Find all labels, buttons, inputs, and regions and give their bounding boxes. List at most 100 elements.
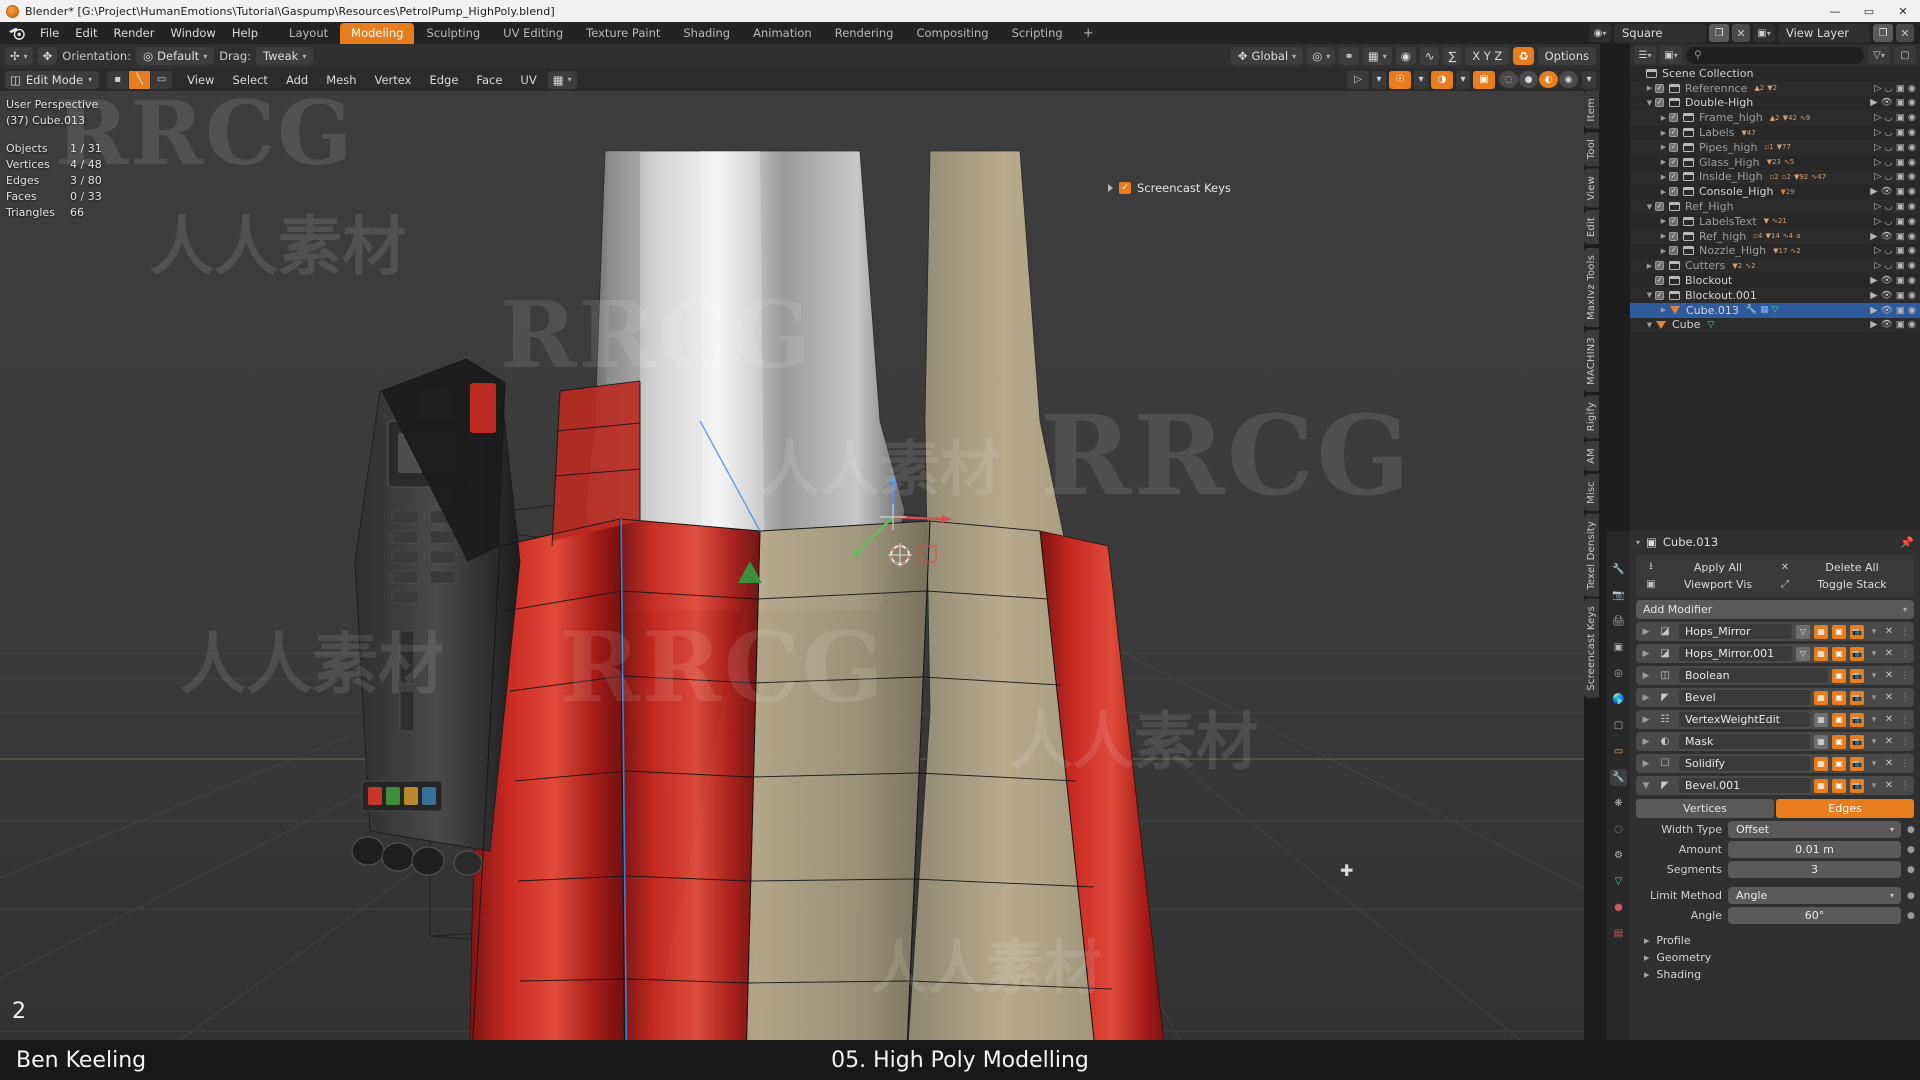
disclosure-icon[interactable]: ▼ — [1644, 99, 1655, 107]
outliner-row-ref-high-collection[interactable]: ▼ ✓ Ref_High ▷ ◡ ▣ ◉ — [1630, 199, 1920, 214]
rendered-shading-button[interactable]: ◉ — [1559, 71, 1578, 88]
chevron-down-icon[interactable]: ▾ — [1414, 70, 1428, 89]
realtime-toggle[interactable]: ▣ — [1832, 624, 1846, 639]
chevron-down-icon[interactable]: ▾ — [1372, 70, 1386, 89]
disclosure-icon[interactable]: ▶ — [1658, 143, 1669, 151]
render-toggle[interactable]: 📷 — [1850, 778, 1864, 793]
select-visibility-icon[interactable]: ▷ — [1347, 70, 1369, 89]
workspace-tab-texture-paint[interactable]: Texture Paint — [575, 23, 671, 44]
sidebar-tab-edit[interactable]: Edit — [1584, 210, 1599, 245]
disclosure-icon[interactable]: ▶ — [1640, 627, 1651, 637]
bevel-profile-subpanel[interactable]: ▶ Profile — [1636, 934, 1914, 947]
outliner-row-toggles[interactable]: ▷ ◡ ▣ ◉ — [1874, 112, 1916, 123]
disclosure-icon[interactable]: ▶ — [1658, 247, 1669, 255]
modifier-row-mask[interactable]: ▶ ◐ Mask ▦ ▣ 📷 ▾ ✕ ⋮ — [1636, 732, 1914, 751]
screencast-keys-panel[interactable]: ✓ Screencast Keys — [1108, 181, 1231, 195]
uv-sync-dropdown[interactable]: ▦ ▾ — [547, 70, 577, 89]
menu-window[interactable]: Window — [162, 24, 223, 42]
new-scene-button[interactable]: ❐ — [1709, 24, 1729, 42]
texture-properties-tab[interactable]: ▤ — [1610, 925, 1627, 942]
outliner-row-scene-collection[interactable]: Scene Collection — [1630, 66, 1920, 81]
snap-magnet-icon[interactable]: ⚭ — [1339, 47, 1359, 65]
active-tool-icon[interactable]: ✢ ▾ — [5, 47, 33, 65]
sidebar-tab-tool[interactable]: Tool — [1584, 131, 1599, 166]
realtime-toggle[interactable]: ▣ — [1832, 690, 1846, 705]
disclosure-icon[interactable]: ▼ — [1644, 291, 1655, 299]
face-select-mode-button[interactable]: ▭ — [151, 70, 173, 89]
disclosure-icon[interactable]: ▶ — [1640, 693, 1651, 703]
modifier-row-vertexweightedit[interactable]: ▶ ☷ VertexWeightEdit ▦ ▣ 📷 ▾ ✕ ⋮ — [1636, 710, 1914, 729]
outliner-row-cube[interactable]: ▼ Cube ▽ ▶ 👁 ▣ ◉ — [1630, 317, 1920, 333]
workspace-tab-animation[interactable]: Animation — [742, 23, 823, 44]
outliner-row-toggles[interactable]: ▷ ◡ ▣ ◉ — [1874, 245, 1916, 256]
realtime-toggle[interactable]: ▣ — [1832, 668, 1846, 683]
animate-dot-icon[interactable]: ● — [1907, 825, 1915, 835]
remove-modifier-button[interactable]: ✕ — [1883, 692, 1895, 703]
drag-handle-icon[interactable]: ⋮ — [1899, 693, 1910, 703]
menu-select[interactable]: Select — [225, 71, 274, 89]
checkbox-icon[interactable]: ✓ — [1669, 231, 1678, 241]
checkbox-icon[interactable]: ✓ — [1655, 83, 1664, 93]
limit-method-dropdown[interactable]: Angle ▾ — [1728, 887, 1901, 904]
transform-orientation-dropdown[interactable]: ✥ Global ▾ — [1230, 47, 1304, 65]
remove-modifier-button[interactable]: ✕ — [1883, 736, 1895, 747]
width-type-dropdown[interactable]: Offset ▾ — [1728, 821, 1901, 838]
world-properties-tab[interactable]: 🌎 — [1610, 691, 1627, 708]
mirror-axes[interactable]: X Y Z — [1465, 47, 1510, 65]
object-properties-tab[interactable]: ▭ — [1610, 743, 1627, 760]
menu-render[interactable]: Render — [106, 24, 163, 42]
toggle-stack-button[interactable]: Toggle Stack — [1795, 576, 1909, 593]
sidebar-tab-screencast-keys[interactable]: Screencast Keys — [1584, 599, 1599, 699]
menu-help[interactable]: Help — [224, 24, 266, 42]
menu-mesh[interactable]: Mesh — [319, 71, 363, 89]
add-modifier-dropdown[interactable]: Add Modifier ▾ — [1636, 600, 1914, 619]
scene-name[interactable]: Square — [1614, 23, 1706, 43]
sidebar-tab-view[interactable]: View — [1584, 168, 1599, 208]
disclosure-icon[interactable]: ▶ — [1640, 715, 1651, 725]
scene-icon[interactable]: ◉ ▾ — [1589, 24, 1611, 42]
realtime-toggle[interactable]: ▣ — [1832, 756, 1846, 771]
drag-dropdown[interactable]: Tweak ▾ — [256, 47, 314, 65]
move-gizmo-icon[interactable]: ✥ — [37, 47, 58, 65]
disclosure-icon[interactable]: ▶ — [1658, 129, 1669, 137]
apply-all-button[interactable]: Apply All — [1661, 559, 1775, 576]
menu-uv[interactable]: UV — [513, 71, 543, 89]
realtime-toggle[interactable]: ▣ — [1832, 734, 1846, 749]
mesh-data-icon[interactable]: ▽ — [1772, 305, 1779, 315]
render-toggle[interactable]: 📷 — [1850, 712, 1864, 727]
remove-modifier-button[interactable]: ✕ — [1883, 780, 1895, 791]
outliner-row-toggles[interactable]: ▷ ◡ ▣ ◉ — [1874, 201, 1916, 212]
checkbox-icon[interactable]: ✓ — [1669, 142, 1678, 152]
outliner-filter-id-icon[interactable]: ▣ ▾ — [1660, 46, 1682, 64]
outliner-row-nozzle-high[interactable]: ▶ ✓ Nozzle_High ▼17 ∿2 ▷ ◡ ▣ ◉ — [1630, 244, 1920, 259]
modifier-name[interactable]: Hops_Mirror.001 — [1679, 646, 1792, 661]
show-gizmo-icon[interactable]: ☉ — [1389, 70, 1411, 89]
chevron-down-icon[interactable]: ▾ — [1868, 759, 1879, 769]
tool-properties-tab[interactable]: 🔧 — [1610, 561, 1627, 578]
outliner-editor[interactable]: ☰ ▾ ▣ ▾ ⚲ ▽ ▾ ▢ Scene Collection ▶ ✓ Refere… — [1630, 44, 1920, 531]
drag-handle-icon[interactable]: ⋮ — [1899, 781, 1910, 791]
remove-modifier-button[interactable]: ✕ — [1883, 648, 1895, 659]
vertex-select-mode-button[interactable]: ▪ — [107, 70, 129, 89]
bevel-shading-subpanel[interactable]: ▶ Shading — [1636, 968, 1914, 981]
outliner-row-glass-high[interactable]: ▶ ✓ Glass_High ▼23 ∿5 ▷ ◡ ▣ ◉ — [1630, 155, 1920, 170]
menu-edge[interactable]: Edge — [422, 71, 465, 89]
drag-handle-icon[interactable]: ⋮ — [1899, 649, 1910, 659]
pivot-point-dropdown[interactable]: ◎ ▾ — [1307, 47, 1336, 65]
menu-add[interactable]: Add — [279, 71, 315, 89]
realtime-toggle[interactable]: ▣ — [1832, 778, 1846, 793]
sidebar-tab-texel-density[interactable]: Texel Density — [1584, 513, 1599, 597]
edit-mode-toggle[interactable]: ▦ — [1814, 712, 1828, 727]
menu-file[interactable]: File — [32, 24, 67, 42]
sidebar-tab-rigify[interactable]: Rigify — [1584, 394, 1599, 438]
disclosure-triangle-icon[interactable] — [1108, 184, 1113, 192]
animate-dot-icon[interactable]: ● — [1907, 845, 1915, 855]
outliner-row-pipes-high[interactable]: ▶ ✓ Pipes_high ▫1 ▼77 ▷ ◡ ▣ ◉ — [1630, 139, 1920, 155]
add-workspace-button[interactable]: + — [1075, 24, 1102, 43]
minimize-button[interactable]: — — [1818, 0, 1852, 22]
options-dropdown[interactable]: Options — [1537, 47, 1596, 65]
modifier-row-solidify[interactable]: ▶ ☐ Solidify ▦ ▣ 📷 ▾ ✕ ⋮ — [1636, 754, 1914, 773]
checkbox-icon[interactable]: ✓ — [1669, 128, 1678, 138]
workspace-tab-modeling[interactable]: Modeling — [340, 22, 415, 44]
interaction-mode-dropdown[interactable]: ◫ Edit Mode ▾ — [5, 70, 100, 89]
